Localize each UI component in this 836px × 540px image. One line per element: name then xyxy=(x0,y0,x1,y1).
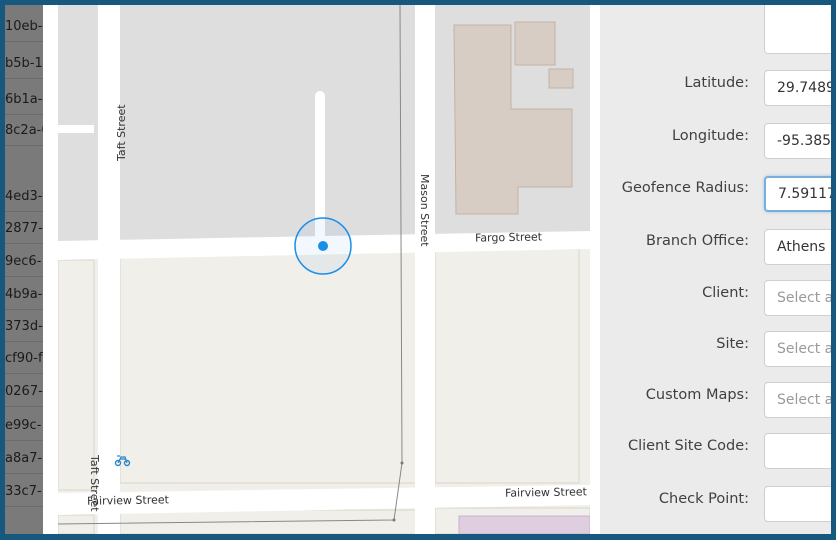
window-frame xyxy=(0,0,836,540)
